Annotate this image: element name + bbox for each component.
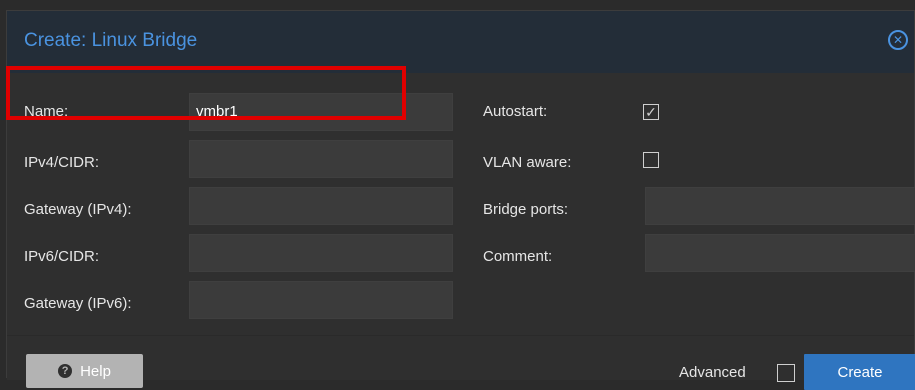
name-field-highlight-box	[6, 66, 406, 120]
autostart-label: Autostart:	[483, 103, 548, 120]
create-button[interactable]: Create	[804, 354, 915, 390]
gateway-ipv6-field[interactable]	[189, 281, 453, 319]
gateway-ipv6-label: Gateway (IPv6):	[24, 295, 132, 312]
comment-field[interactable]	[645, 234, 915, 272]
dialog-titlebar: Create: Linux Bridge ✕	[7, 11, 914, 74]
comment-label: Comment:	[483, 248, 553, 265]
advanced-label: Advanced	[679, 364, 746, 381]
dialog-footer: ? Help Advanced Create	[7, 335, 915, 390]
bridge-ports-field[interactable]	[645, 187, 915, 225]
help-button-label: Help	[80, 362, 111, 380]
close-icon[interactable]: ✕	[888, 30, 908, 50]
ipv4-cidr-field[interactable]	[189, 140, 453, 178]
advanced-checkbox[interactable]	[777, 364, 795, 382]
ipv6-cidr-field[interactable]	[189, 234, 453, 272]
dialog-title: Create: Linux Bridge	[24, 30, 198, 51]
autostart-checkbox[interactable]: ✓	[643, 104, 659, 120]
ipv4-cidr-label: IPv4/CIDR:	[24, 154, 100, 171]
question-circle-icon: ?	[58, 364, 73, 378]
bridge-ports-label: Bridge ports:	[483, 201, 569, 218]
gateway-ipv4-label: Gateway (IPv4):	[24, 201, 132, 218]
ipv6-cidr-label: IPv6/CIDR:	[24, 248, 100, 265]
vlan-aware-checkbox[interactable]	[643, 152, 659, 168]
gateway-ipv4-field[interactable]	[189, 187, 453, 225]
help-button[interactable]: ? Help	[26, 354, 143, 388]
vlan-aware-label: VLAN aware:	[483, 154, 572, 171]
